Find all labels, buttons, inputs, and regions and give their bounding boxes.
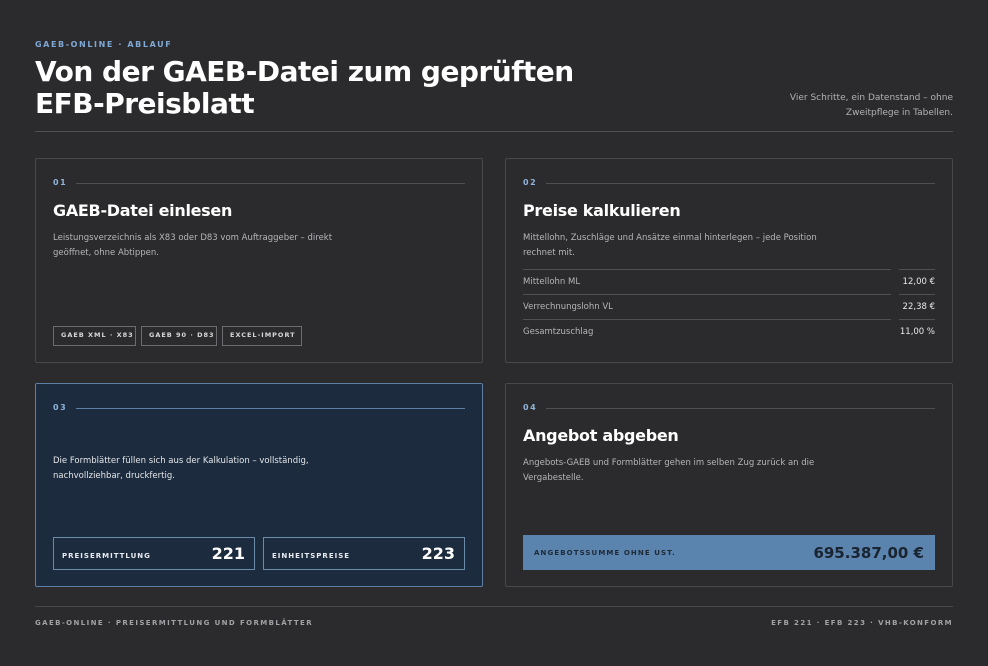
step-title: Angebot abgeben (523, 426, 679, 445)
form-stats: PREISERMITTLUNG 221 EINHEITSPREISE 223 (53, 537, 465, 570)
tag-excel-import: EXCEL-IMPORT (222, 326, 302, 346)
page-subtitle: Vier Schritte, ein Datenstand – ohne Zwe… (789, 93, 953, 118)
format-tags: GAEB XML · X83 GAEB 90 · D83 EXCEL-IMPOR… (53, 326, 302, 346)
parameter-label: Verrechnungslohn VL (523, 301, 613, 312)
step-card-forms: 03 Die Formblätter füllen sich aus der K… (35, 383, 483, 587)
parameter-list: Mittellohn ML 12,00 € Verrechnungslohn V… (523, 269, 935, 344)
offer-sum-value: 695.387,00 € (813, 543, 924, 562)
step-description: Angebots-GAEB und Formblätter gehen im s… (523, 458, 815, 483)
step-divider (76, 183, 465, 184)
parameter-value: 12,00 € (902, 276, 935, 287)
step-number: 01 (53, 178, 68, 187)
parameter-row: Mittellohn ML 12,00 € (523, 269, 935, 294)
step-title: Preise kalkulieren (523, 201, 681, 220)
step-divider (546, 408, 935, 409)
page-title: Von der GAEB-Datei zum geprüften EFB-Pre… (35, 55, 574, 120)
parameter-label: Mittellohn ML (523, 276, 581, 287)
stat-value: 223 (421, 544, 455, 563)
step-description: Die Formblätter füllen sich aus der Kalk… (53, 456, 309, 481)
stat-einheitspreise: EINHEITSPREISE 223 (263, 537, 465, 570)
stat-label: EINHEITSPREISE (272, 551, 351, 560)
offer-sum-bar: ANGEBOTSSUMME OHNE UST. 695.387,00 € (523, 535, 935, 570)
step-card-calculate: 02 Preise kalkulieren Mittellohn, Zuschl… (505, 158, 953, 363)
footer-left: GAEB-ONLINE · PREISERMITTLUNG UND FORMBL… (35, 619, 314, 627)
footer-divider (35, 606, 953, 607)
step-number: 03 (53, 403, 68, 412)
stat-value: 221 (211, 544, 245, 563)
footer-right: EFB 221 · EFB 223 · VHB-KONFORM (771, 619, 953, 627)
stat-preisermittlung: PREISERMITTLUNG 221 (53, 537, 255, 570)
step-title: GAEB-Datei einlesen (53, 201, 233, 220)
tag-gaeb-xml: GAEB XML · X83 (53, 326, 136, 346)
parameter-label: Gesamtzuschlag (523, 326, 594, 337)
parameter-row: Verrechnungslohn VL 22,38 € (523, 294, 935, 319)
step-divider (76, 408, 465, 409)
parameter-value: 22,38 € (902, 301, 935, 312)
offer-sum-label: ANGEBOTSSUMME OHNE UST. (534, 548, 676, 557)
step-description: Leistungsverzeichnis als X83 oder D83 vo… (53, 233, 333, 258)
step-description: Mittellohn, Zuschläge und Ansätze einmal… (523, 233, 817, 258)
eyebrow: GAEB-ONLINE · ABLAUF (35, 40, 173, 49)
step-card-submit: 04 Angebot abgeben Angebots-GAEB und For… (505, 383, 953, 587)
tag-gaeb-90: GAEB 90 · D83 (141, 326, 217, 346)
parameter-value: 11,00 % (899, 326, 935, 337)
stat-label: PREISERMITTLUNG (62, 551, 151, 560)
header-divider (35, 131, 953, 132)
parameter-row: Gesamtzuschlag 11,00 % (523, 319, 935, 344)
step-card-read-gaeb: 01 GAEB-Datei einlesen Leistungsverzeich… (35, 158, 483, 363)
step-divider (546, 183, 935, 184)
step-number: 02 (523, 178, 538, 187)
step-number: 04 (523, 403, 538, 412)
